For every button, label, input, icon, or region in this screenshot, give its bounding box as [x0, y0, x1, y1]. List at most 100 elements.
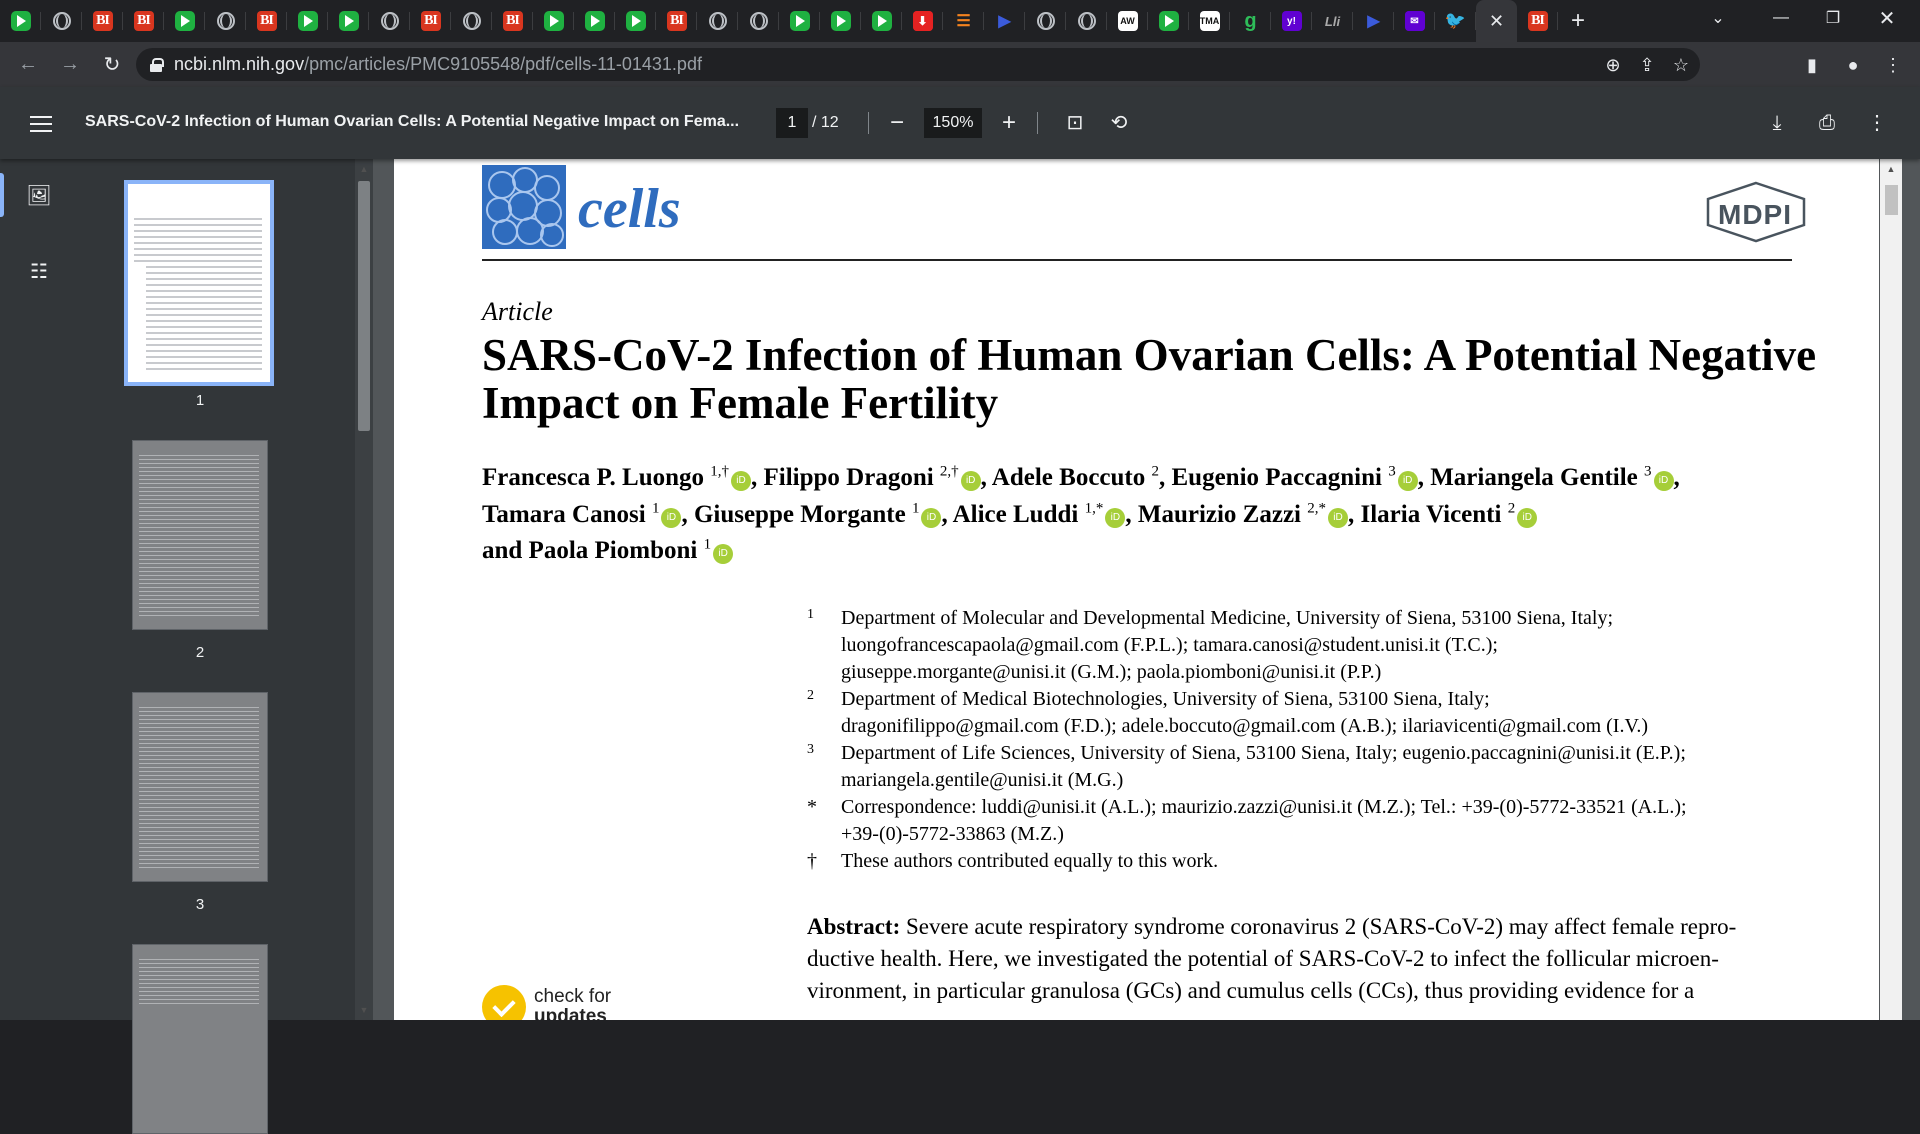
page-number-input[interactable]: 1 — [776, 108, 808, 138]
thumbnails-view-icon[interactable]: 🖼 — [0, 171, 78, 219]
orcid-icon[interactable]: iD — [1653, 471, 1674, 492]
lock-icon[interactable] — [150, 57, 164, 72]
author: and Paola Piomboni 1iD — [482, 537, 734, 564]
browser-tab[interactable] — [779, 0, 820, 42]
browser-tab[interactable]: y! — [1271, 0, 1312, 42]
browser-tab[interactable] — [41, 0, 82, 42]
orcid-icon[interactable]: iD — [713, 543, 734, 564]
profile-icon[interactable]: ● — [1836, 48, 1870, 82]
author-name: Ilaria Vicenti — [1360, 500, 1502, 528]
orcid-icon[interactable]: iD — [1517, 507, 1538, 528]
back-icon[interactable]: ← — [10, 47, 46, 83]
minimize-icon[interactable]: — — [1756, 0, 1806, 36]
browser-tab[interactable] — [164, 0, 205, 42]
restore-icon[interactable]: ❐ — [1808, 0, 1858, 36]
browser-tab[interactable]: ▶ — [984, 0, 1025, 42]
browser-tab[interactable]: BI — [246, 0, 287, 42]
tab-search-icon[interactable]: ⌄ — [1693, 0, 1743, 36]
close-icon[interactable]: ✕ — [1489, 11, 1504, 32]
page-thumbnail-1[interactable] — [124, 180, 274, 386]
document-scrollbar[interactable]: ▲ — [1880, 159, 1902, 1020]
menu-icon[interactable] — [30, 116, 52, 132]
zoom-out-icon[interactable]: − — [883, 109, 911, 137]
browser-tab[interactable]: ⬇ — [902, 0, 943, 42]
browser-tab[interactable] — [328, 0, 369, 42]
outline-view-icon[interactable]: ☷ — [0, 247, 78, 295]
more-options-icon[interactable]: ⋮ — [1863, 109, 1891, 137]
share-icon[interactable]: ⇪ — [1636, 54, 1658, 76]
orcid-icon[interactable]: iD — [921, 507, 942, 528]
sidebar-scrollbar[interactable]: ▲ ▼ — [355, 159, 373, 1020]
browser-tab[interactable] — [533, 0, 574, 42]
fit-page-icon[interactable]: ⊡ — [1061, 109, 1089, 137]
browser-tab[interactable]: ✉ — [1394, 0, 1435, 42]
browser-tab[interactable]: BI — [1517, 0, 1558, 42]
document-scroll-thumb[interactable] — [1885, 185, 1898, 215]
page-thumbnail-3[interactable] — [132, 692, 268, 882]
page-thumbnail-2[interactable] — [132, 440, 268, 630]
browser-tab[interactable] — [861, 0, 902, 42]
rotate-icon[interactable]: ⟲ — [1105, 109, 1133, 137]
check-updates-link[interactable]: check for updates — [534, 987, 611, 1021]
zoom-icon[interactable]: ⊕ — [1602, 54, 1624, 76]
author-affiliation-mark: 2 — [1151, 464, 1160, 480]
scroll-up-icon[interactable]: ▲ — [355, 162, 373, 176]
zoom-in-icon[interactable]: + — [995, 109, 1023, 137]
orcid-icon[interactable]: iD — [661, 507, 682, 528]
window-close-icon[interactable]: ✕ — [1862, 0, 1912, 36]
thumbnail-text-line — [139, 995, 259, 996]
orcid-icon[interactable]: iD — [1328, 507, 1348, 528]
orcid-icon[interactable]: iD — [1397, 471, 1418, 492]
page-thumbnail-4[interactable] — [132, 944, 268, 1134]
browser-tab[interactable]: ✕ — [1476, 0, 1517, 42]
bookmark-star-icon[interactable]: ☆ — [1670, 54, 1692, 76]
print-icon[interactable]: ⎙ — [1813, 109, 1841, 137]
thumbnail-text-line — [139, 823, 259, 824]
address-bar[interactable]: ncbi.nlm.nih.gov/pmc/articles/PMC9105548… — [136, 48, 1700, 81]
scroll-up-icon[interactable]: ▲ — [1880, 162, 1902, 176]
browser-tab[interactable]: TMA — [1189, 0, 1230, 42]
browser-tab[interactable]: g — [1230, 0, 1271, 42]
browser-tab[interactable]: BI — [656, 0, 697, 42]
browser-tab[interactable]: BI — [82, 0, 123, 42]
browser-tab[interactable] — [615, 0, 656, 42]
new-tab-icon[interactable]: + — [1558, 0, 1598, 42]
browser-tab[interactable] — [738, 0, 779, 42]
zoom-level-input[interactable]: 150% — [924, 108, 982, 138]
browser-tab[interactable] — [205, 0, 246, 42]
browser-tab[interactable] — [1148, 0, 1189, 42]
browser-tab[interactable] — [451, 0, 492, 42]
browser-tab[interactable] — [1066, 0, 1107, 42]
browser-tab[interactable] — [287, 0, 328, 42]
globe-icon — [708, 12, 727, 30]
orcid-icon[interactable]: iD — [1105, 507, 1126, 528]
browser-tab[interactable] — [574, 0, 615, 42]
orcid-icon[interactable]: iD — [731, 471, 751, 492]
browser-tab[interactable] — [0, 0, 41, 42]
browser-tab[interactable] — [820, 0, 861, 42]
browser-tab[interactable]: AW — [1107, 0, 1148, 42]
browser-tab[interactable] — [1025, 0, 1066, 42]
browser-menu-icon[interactable]: ⋮ — [1876, 48, 1910, 82]
sidebar-scroll-thumb[interactable] — [358, 181, 370, 431]
side-panel-icon[interactable]: ▮ — [1795, 48, 1829, 82]
orcid-icon[interactable]: iD — [960, 471, 981, 492]
thumbnail-text-line — [146, 368, 262, 370]
browser-tab[interactable] — [697, 0, 738, 42]
browser-tab[interactable]: 🐦 — [1435, 0, 1476, 42]
browser-tab[interactable]: ▶ — [1353, 0, 1394, 42]
forward-icon[interactable]: → — [52, 47, 88, 83]
scroll-down-icon[interactable]: ▼ — [355, 1003, 373, 1017]
browser-tab[interactable]: Lli — [1312, 0, 1353, 42]
browser-tab[interactable]: ☰ — [943, 0, 984, 42]
reload-icon[interactable]: ↻ — [94, 47, 130, 83]
author: Maurizio Zazzi 2,*iD, — [1138, 500, 1354, 528]
check-updates-icon[interactable] — [482, 985, 526, 1020]
play-icon — [10, 11, 31, 31]
url-text[interactable]: ncbi.nlm.nih.gov/pmc/articles/PMC9105548… — [174, 54, 702, 75]
browser-tab[interactable] — [369, 0, 410, 42]
browser-tab[interactable]: BI — [123, 0, 164, 42]
browser-tab[interactable]: BI — [410, 0, 451, 42]
browser-tab[interactable]: BI — [492, 0, 533, 42]
download-icon[interactable]: ⤓ — [1763, 109, 1791, 137]
